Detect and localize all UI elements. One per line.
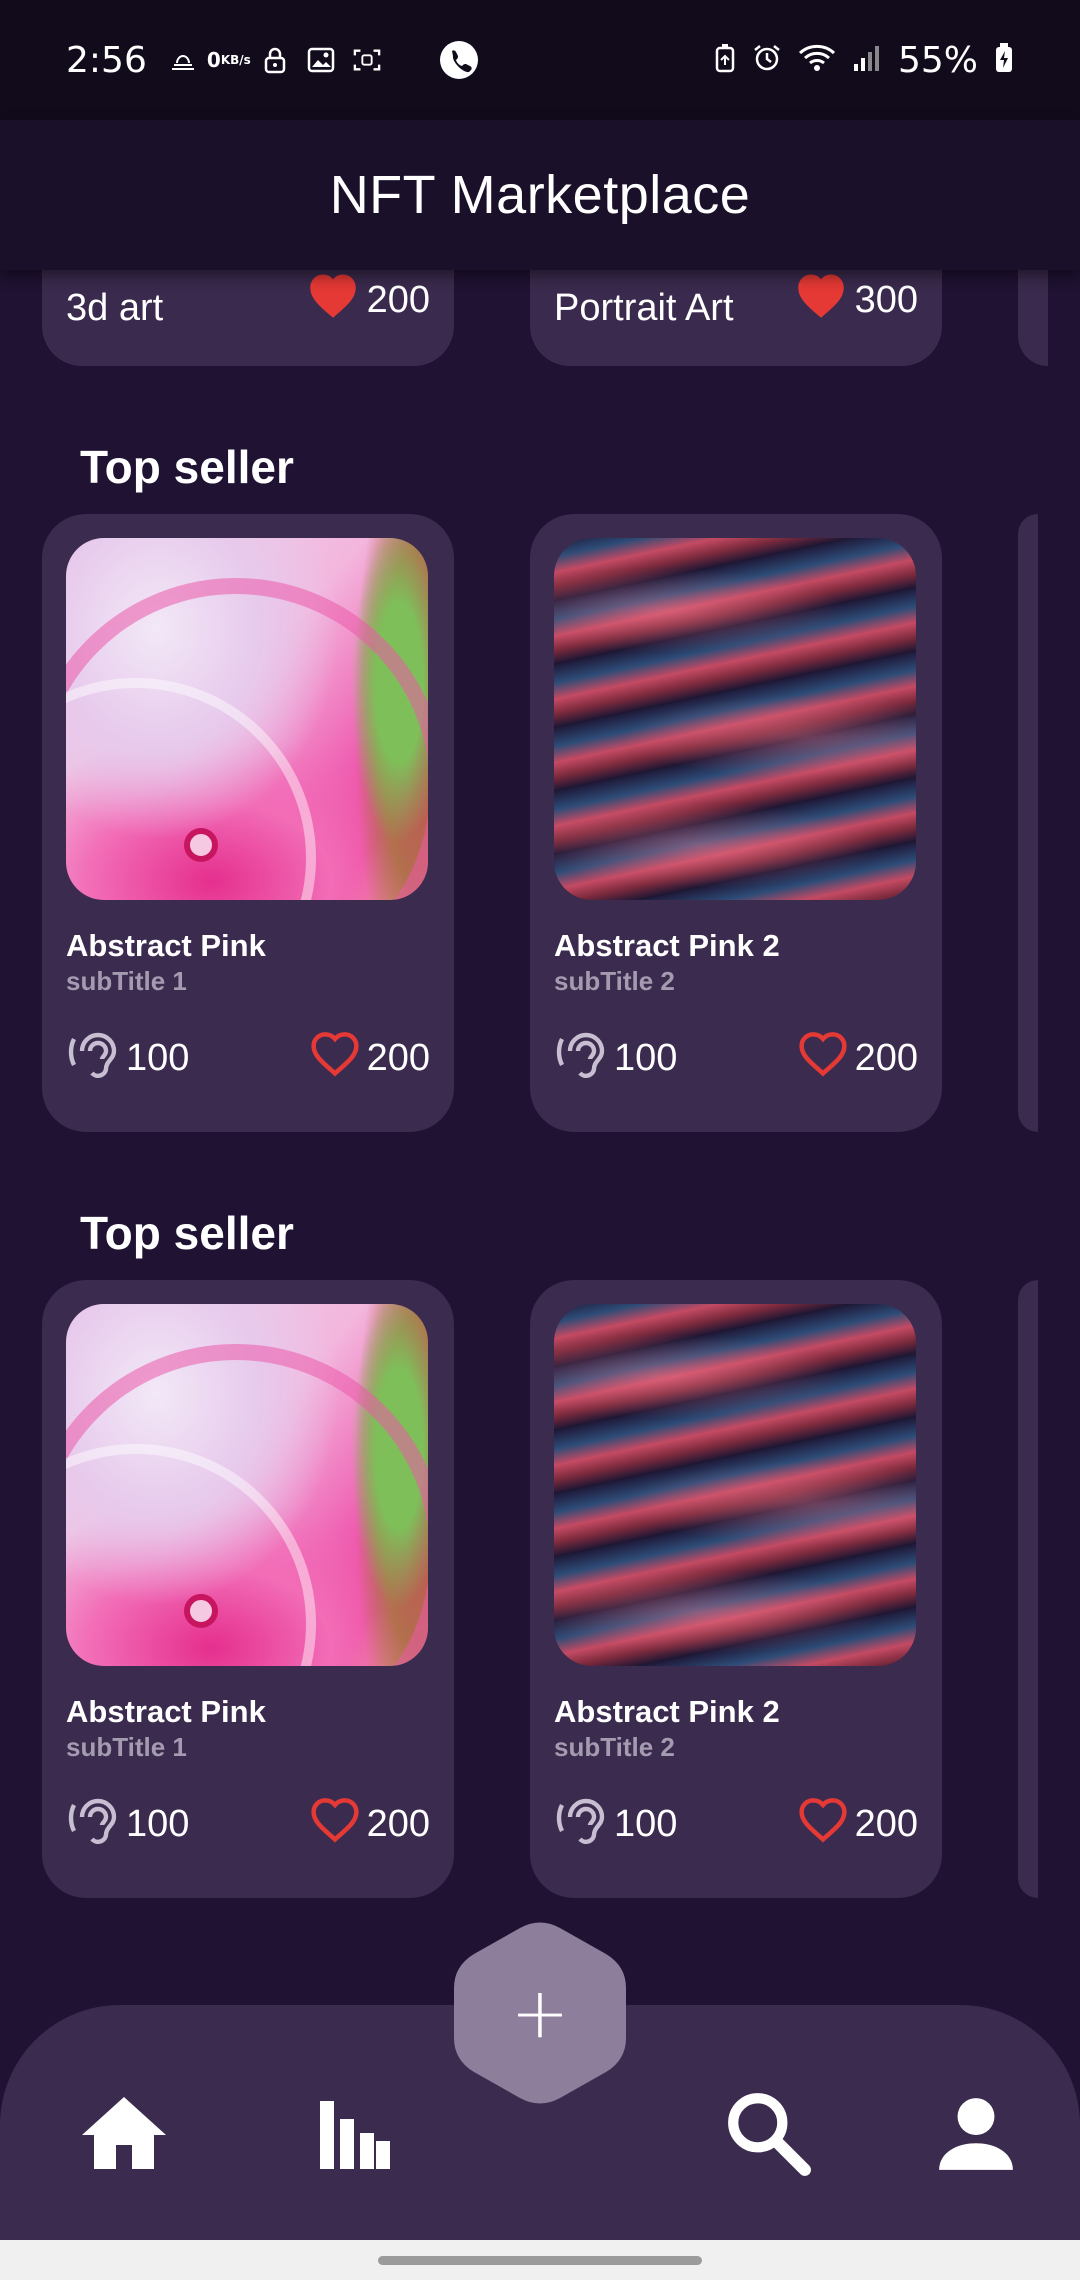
nft-card[interactable]: Abstract Pink subTitle 1 100 200	[42, 514, 454, 1132]
likes-stat: 200	[307, 1794, 430, 1854]
nft-stats: 100 200	[66, 1789, 430, 1859]
heart-filled-icon[interactable]	[793, 270, 849, 330]
category-likes: 200	[305, 270, 430, 330]
nft-title: Abstract Pink	[66, 928, 266, 963]
network-speed: 0 KB/s	[207, 46, 251, 74]
network-speed-value: 0	[206, 48, 221, 72]
nft-subtitle: subTitle 2	[554, 966, 675, 996]
nft-image-abstract-pink[interactable]	[66, 1304, 428, 1666]
app-bar: NFT Marketplace	[0, 120, 1080, 270]
likes-count: 200	[854, 1036, 918, 1079]
nav-search[interactable]	[718, 2085, 818, 2185]
nft-image-abstract-pink[interactable]	[66, 538, 428, 900]
listens-count: 100	[126, 1036, 190, 1079]
weather-icon	[169, 46, 197, 74]
section-title: Top seller	[80, 1207, 294, 1259]
nft-stats: 100 200	[66, 1023, 430, 1093]
likes-count: 200	[854, 1802, 918, 1845]
heart-outline-icon[interactable]	[307, 1794, 363, 1854]
nft-card-peek[interactable]	[1018, 1280, 1038, 1898]
heart-outline-icon[interactable]	[795, 1794, 851, 1854]
listens-count: 100	[614, 1802, 678, 1845]
nft-card[interactable]: Abstract Pink subTitle 1 100 200	[42, 1280, 454, 1898]
listens-stat: 100	[66, 1023, 189, 1093]
home-icon	[78, 2093, 170, 2178]
nft-title: Abstract Pink	[66, 1694, 266, 1729]
nft-subtitle: subTitle 1	[66, 1732, 187, 1762]
likes-count: 200	[366, 1036, 430, 1079]
status-time: 2:56	[66, 39, 147, 81]
heart-outline-icon[interactable]	[795, 1028, 851, 1088]
gesture-handle[interactable]	[378, 2256, 702, 2265]
nft-stats: 100 200	[554, 1023, 918, 1093]
search-icon	[723, 2088, 813, 2183]
status-icons-right: 55%	[714, 40, 1014, 81]
category-likes-count: 300	[854, 278, 918, 321]
screenshot-icon	[353, 46, 381, 74]
nft-title: Abstract Pink 2	[554, 928, 780, 963]
likes-stat: 200	[307, 1028, 430, 1088]
ear-icon	[66, 1023, 122, 1093]
nav-profile[interactable]	[926, 2085, 1026, 2185]
ear-icon	[554, 1789, 610, 1859]
profile-icon	[935, 2092, 1017, 2179]
likes-stat: 200	[795, 1794, 918, 1854]
category-name: Portrait Art	[554, 287, 734, 329]
nft-image-abstract-waves[interactable]	[554, 1304, 916, 1666]
listens-count: 100	[614, 1036, 678, 1079]
nft-card[interactable]: Abstract Pink 2 subTitle 2 100 200	[530, 514, 942, 1132]
nft-subtitle: subTitle 2	[554, 1732, 675, 1762]
add-icon: +	[510, 1972, 570, 2054]
battery-saver-icon	[714, 43, 736, 77]
listens-stat: 100	[554, 1023, 677, 1093]
add-button[interactable]: +	[454, 1920, 626, 2106]
alarm-icon	[752, 43, 782, 77]
network-speed-unit: KB/s	[220, 53, 251, 67]
ear-icon	[66, 1789, 122, 1859]
stats-icon	[314, 2093, 394, 2178]
signal-icon	[852, 44, 882, 76]
category-name: 3d art	[66, 287, 164, 329]
nft-image-abstract-waves[interactable]	[554, 538, 916, 900]
likes-stat: 200	[795, 1028, 918, 1088]
gallery-icon	[307, 46, 335, 74]
nft-subtitle: subTitle 1	[66, 966, 187, 996]
category-likes-count: 200	[366, 278, 430, 321]
nav-stats[interactable]	[304, 2085, 404, 2185]
listens-stat: 100	[66, 1789, 189, 1859]
battery-percentage: 55%	[897, 39, 978, 81]
category-likes: 300	[793, 270, 918, 330]
battery-charging-icon	[994, 42, 1014, 78]
heart-outline-icon[interactable]	[307, 1028, 363, 1088]
nft-card-peek[interactable]	[1018, 514, 1038, 1132]
likes-count: 200	[366, 1802, 430, 1845]
nft-stats: 100 200	[554, 1789, 918, 1859]
nft-title: Abstract Pink 2	[554, 1694, 780, 1729]
status-icons-left: 0 KB/s	[169, 40, 479, 80]
ear-icon	[554, 1023, 610, 1093]
nav-home[interactable]	[74, 2085, 174, 2185]
listens-count: 100	[126, 1802, 190, 1845]
listens-stat: 100	[554, 1789, 677, 1859]
page-title: NFT Marketplace	[329, 165, 751, 225]
phone-call-icon	[439, 40, 479, 80]
wifi-icon	[798, 43, 836, 77]
heart-filled-icon[interactable]	[305, 270, 361, 330]
section-title: Top seller	[80, 441, 294, 493]
lock-icon	[261, 46, 289, 74]
status-bar: 2:56 0 KB/s 55%	[0, 0, 1080, 120]
nft-card[interactable]: Abstract Pink 2 subTitle 2 100 200	[530, 1280, 942, 1898]
